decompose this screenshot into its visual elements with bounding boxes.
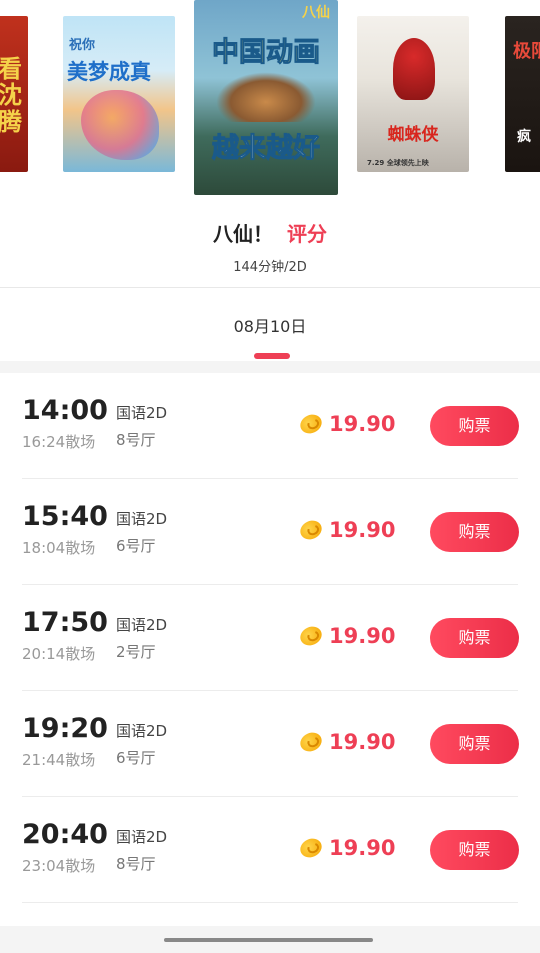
- poster-artwork: [81, 90, 159, 160]
- poster-spiderman[interactable]: 蜘蛛侠 7.29 全球领先上映: [357, 16, 469, 172]
- price: 19.90: [329, 836, 396, 860]
- buy-ticket-button[interactable]: 购票: [430, 724, 519, 764]
- poster-subtitle: 祝你: [69, 38, 96, 53]
- showtime-row[interactable]: 20:40 23:04散场 国语2D 8号厅 19.90 购票: [0, 797, 540, 903]
- start-time: 17:50: [22, 607, 108, 638]
- end-time: 21:44散场: [22, 751, 96, 769]
- price: 19.90: [329, 730, 396, 754]
- coin-icon: [297, 517, 325, 543]
- hall-number: 6号厅: [116, 537, 156, 555]
- poster-carousel[interactable]: 看沈腾 祝你 美梦成真 八仙 中国动画 越来越好 蜘蛛侠 7.29 全球领先上映…: [0, 0, 540, 200]
- buy-ticket-button[interactable]: 购票: [430, 406, 519, 446]
- showtime-row[interactable]: 19:20 21:44散场 国语2D 6号厅 19.90 购票: [0, 691, 540, 797]
- poster-logo: 八仙: [302, 5, 330, 21]
- poster-haoyun[interactable]: 祝你 美梦成真: [63, 16, 175, 172]
- price: 19.90: [329, 518, 396, 542]
- movie-name: 八仙！: [213, 222, 273, 246]
- end-time: 20:14散场: [22, 645, 96, 663]
- language-format: 国语2D: [116, 616, 168, 634]
- coin-icon: [297, 729, 325, 755]
- showtime-row[interactable]: 14:00 16:24散场 国语2D 8号厅 19.90 购票: [0, 373, 540, 479]
- poster-subtext: 疯: [517, 129, 531, 145]
- hall-number: 6号厅: [116, 749, 156, 767]
- hall-number: 2号厅: [116, 643, 156, 661]
- buy-ticket-button[interactable]: 购票: [430, 512, 519, 552]
- home-indicator[interactable]: [164, 938, 373, 942]
- showtime-row[interactable]: 15:40 18:04散场 国语2D 6号厅 19.90 购票: [0, 479, 540, 585]
- poster-slogan-bottom: 越来越好: [212, 133, 321, 165]
- end-time: 23:04散场: [22, 857, 96, 875]
- language-format: 国语2D: [116, 510, 168, 528]
- start-time: 15:40: [22, 501, 108, 532]
- poster-release-date: 7.29 全球领先上映: [367, 159, 429, 167]
- buy-ticket-button[interactable]: 购票: [430, 830, 519, 870]
- price: 19.90: [329, 624, 396, 648]
- showtime-list: 14:00 16:24散场 国语2D 8号厅 19.90 购票 15:40 18…: [0, 373, 540, 903]
- poster-artwork: [393, 38, 435, 100]
- movie-title: 八仙！ 评分: [0, 218, 540, 247]
- tab-date[interactable]: 08月10日: [0, 313, 540, 337]
- coin-icon: [297, 835, 325, 861]
- poster-right-partial[interactable]: 极限 疯: [505, 16, 540, 172]
- poster-baxian-selected[interactable]: 八仙 中国动画 越来越好: [194, 0, 338, 195]
- hall-number: 8号厅: [116, 431, 156, 449]
- coin-icon: [297, 411, 325, 437]
- movie-meta: 144分钟/2D: [233, 260, 307, 275]
- language-format: 国语2D: [116, 828, 168, 846]
- movie-score-label: 评分: [287, 222, 327, 246]
- poster-title: 美梦成真: [67, 60, 151, 84]
- showtime-row[interactable]: 17:50 20:14散场 国语2D 2号厅 19.90 购票: [0, 585, 540, 691]
- end-time: 16:24散场: [22, 433, 96, 451]
- poster-text: 极限: [513, 41, 540, 62]
- hall-number: 8号厅: [116, 855, 156, 873]
- language-format: 国语2D: [116, 404, 168, 422]
- poster-artwork: [216, 72, 316, 122]
- poster-slogan-top: 中国动画: [212, 37, 321, 69]
- section-gap: [0, 361, 540, 373]
- start-time: 20:40: [22, 819, 108, 850]
- start-time: 19:20: [22, 713, 108, 744]
- buy-ticket-button[interactable]: 购票: [430, 618, 519, 658]
- coin-icon: [297, 623, 325, 649]
- divider: [0, 287, 540, 288]
- row-divider: [22, 902, 518, 903]
- end-time: 18:04散场: [22, 539, 96, 557]
- poster-left-partial[interactable]: 看沈腾: [0, 16, 28, 172]
- price: 19.90: [329, 412, 396, 436]
- poster-text: 看沈腾: [0, 55, 22, 136]
- poster-title: 蜘蛛侠: [387, 125, 439, 145]
- language-format: 国语2D: [116, 722, 168, 740]
- start-time: 14:00: [22, 395, 108, 426]
- tab-active-indicator: [254, 353, 290, 359]
